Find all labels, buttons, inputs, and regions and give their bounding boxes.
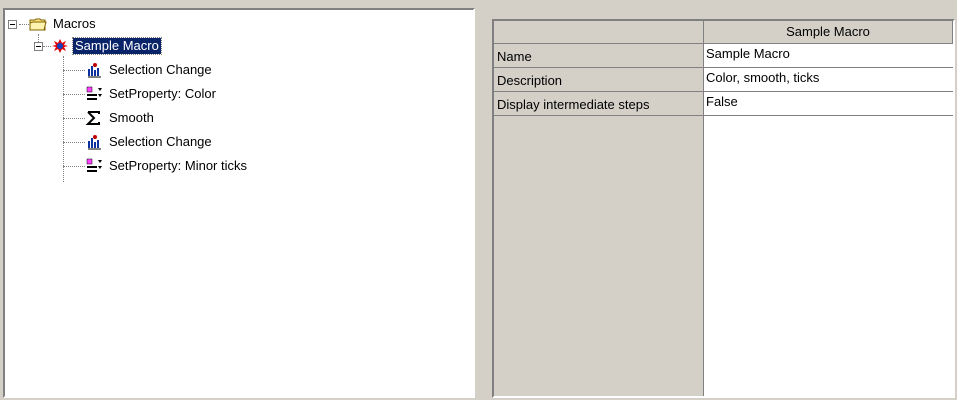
macro-icon [51,38,69,54]
folder-icon [29,16,47,32]
tree-node-sample-macro[interactable]: Sample Macro [51,37,162,55]
tree-connector [38,34,39,42]
tree-connector [63,70,85,71]
property-grid[interactable]: Sample Macro Name Sample Macro Descripti… [492,19,955,398]
tree-node-step[interactable]: Selection Change [85,61,214,79]
selection-change-icon [85,134,103,150]
tree-label: Selection Change [109,62,212,77]
tree-label: Sample Macro [72,37,162,55]
sigma-icon [85,110,103,126]
tree-node-step[interactable]: Smooth [85,109,156,127]
tree-node-step[interactable]: Selection Change [85,133,214,151]
grid-column-header: Sample Macro [704,21,953,44]
tree-label: Macros [53,16,96,31]
macro-tree-panel[interactable]: Macros Sample Macro Selection Change Set… [3,8,475,398]
grid-row[interactable]: Name Sample Macro [494,44,953,68]
tree-label: Selection Change [109,134,212,149]
collapse-icon[interactable] [34,42,43,51]
set-property-icon [85,86,103,102]
tree-connector [63,118,85,119]
property-value-display-steps[interactable]: False [704,92,953,116]
tree-label: SetProperty: Color [109,86,216,101]
tree-node-step[interactable]: SetProperty: Minor ticks [85,157,249,175]
grid-row[interactable]: Display intermediate steps False [494,92,953,116]
grid-row[interactable]: Description Color, smooth, ticks [494,68,953,92]
selection-change-icon [85,62,103,78]
property-name: Name [494,44,704,68]
tree-label: Smooth [109,110,154,125]
set-property-icon [85,158,103,174]
tree-connector [43,46,51,47]
tree-connector [63,56,64,182]
tree-connector [63,142,85,143]
tree-node-macros[interactable]: Macros [29,15,98,33]
tree-connector [63,166,85,167]
tree-connector [63,94,85,95]
collapse-icon[interactable] [8,20,17,29]
property-value-description[interactable]: Color, smooth, ticks [704,68,953,92]
property-name: Display intermediate steps [494,92,704,116]
tree-label: SetProperty: Minor ticks [109,158,247,173]
property-name: Description [494,68,704,92]
grid-corner-header [494,21,704,44]
tree-node-step[interactable]: SetProperty: Color [85,85,218,103]
tree-connector [19,24,29,25]
property-value-name[interactable]: Sample Macro [704,44,953,68]
